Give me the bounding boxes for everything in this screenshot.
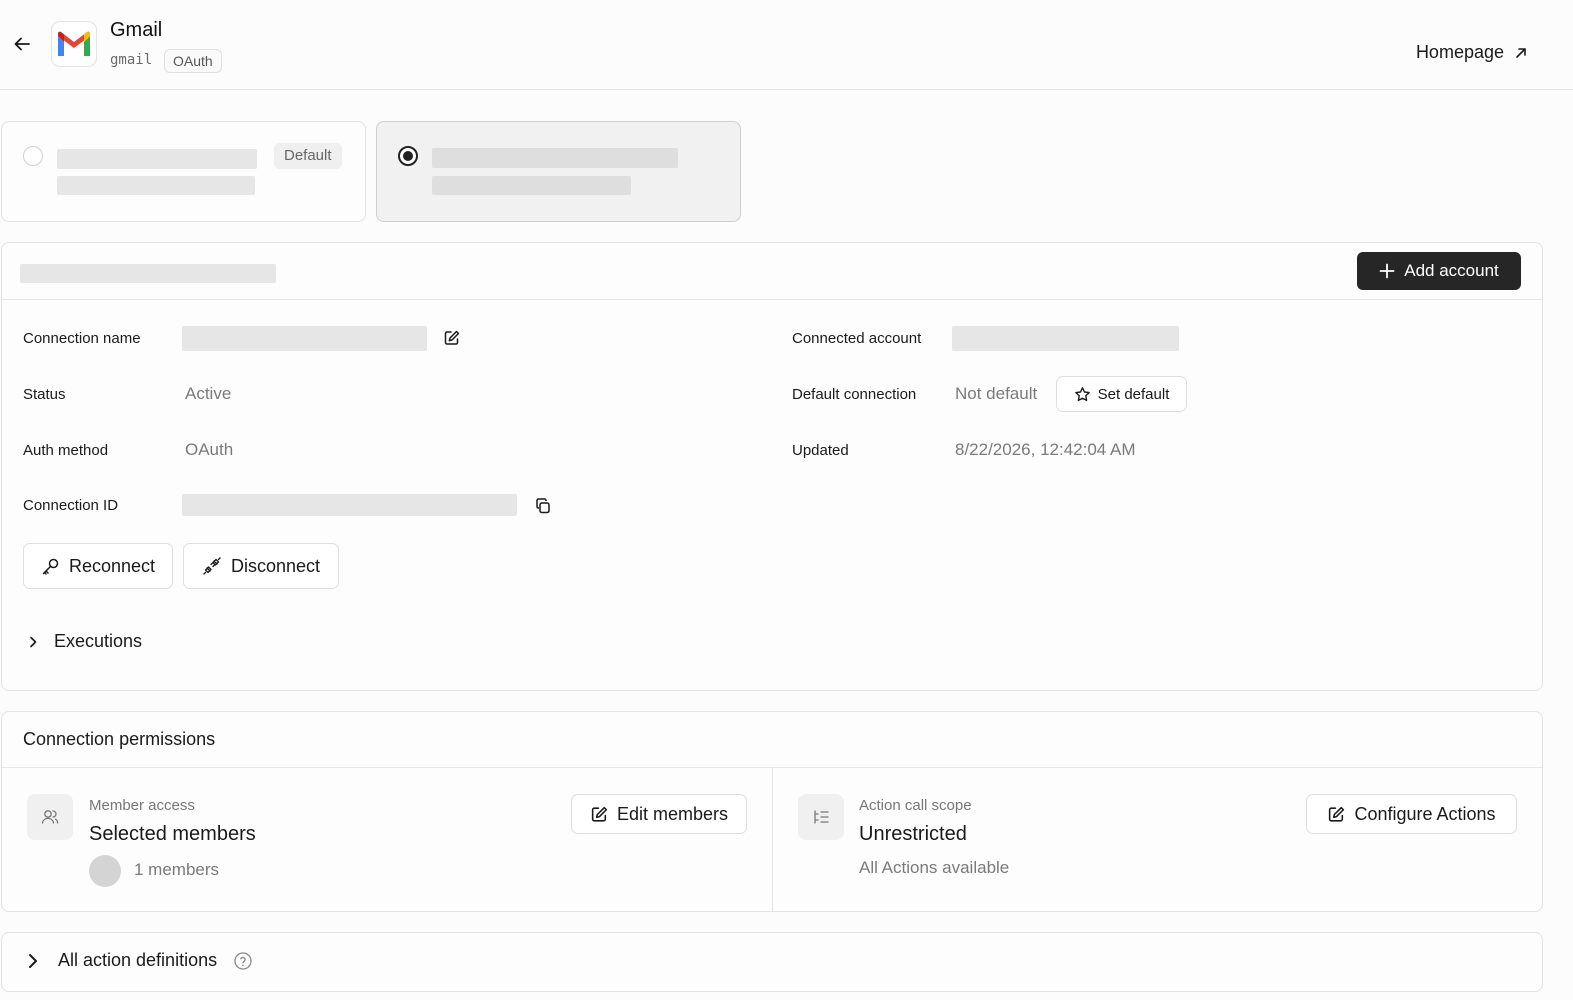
- account-card-default[interactable]: Default: [1, 121, 366, 222]
- updated-label: Updated: [792, 442, 849, 459]
- connected-account-label: Connected account: [792, 330, 922, 347]
- homepage-label: Homepage: [1415, 42, 1504, 62]
- edit-icon[interactable]: [441, 327, 463, 349]
- status-value: Active: [185, 384, 232, 403]
- account-name-placeholder: [432, 148, 678, 168]
- action-scope-note: All Actions available: [859, 858, 1010, 877]
- connection-name-placeholder: [182, 326, 427, 351]
- column-divider: [772, 768, 773, 912]
- users-icon: [27, 794, 73, 840]
- status-label: Status: [23, 386, 66, 403]
- account-radio[interactable]: [23, 146, 43, 166]
- auth-method-value: OAuth: [185, 440, 234, 459]
- connection-id-label: Connection ID: [23, 497, 119, 514]
- edit-members-button[interactable]: Edit members: [571, 794, 747, 834]
- edit-icon: [1329, 806, 1345, 822]
- unplug-icon: [203, 557, 221, 575]
- plus-icon: [1379, 263, 1395, 279]
- gmail-logo: [51, 21, 97, 67]
- connection-details-panel: Add account Connection name Status Activ…: [1, 242, 1543, 691]
- external-link-icon: [1516, 47, 1526, 58]
- divider: [2, 299, 1542, 300]
- reconnect-button[interactable]: Reconnect: [23, 543, 173, 589]
- set-default-button[interactable]: Set default: [1056, 376, 1187, 412]
- account-radio-selected[interactable]: [398, 146, 418, 166]
- permissions-title: Connection permissions: [23, 729, 216, 749]
- account-email-placeholder: [57, 176, 255, 195]
- disconnect-button[interactable]: Disconnect: [183, 543, 339, 589]
- member-count: 1 members: [134, 860, 220, 879]
- help-circle-icon[interactable]: [233, 951, 253, 971]
- action-definitions-toggle[interactable]: All action definitions: [24, 950, 253, 971]
- app-slug: gmail: [110, 52, 153, 68]
- auth-method-label: Auth method: [23, 442, 109, 459]
- action-definitions-panel: All action definitions: [1, 932, 1543, 992]
- member-access-value: Selected members: [89, 823, 256, 845]
- action-scope-label: Action call scope: [859, 797, 972, 814]
- action-definitions-label: All action definitions: [58, 950, 218, 970]
- connection-title-placeholder: [20, 264, 276, 283]
- chevron-right-icon: [29, 953, 37, 968]
- auth-type-badge: OAuth: [164, 49, 222, 73]
- default-connection-value: Not default: [955, 384, 1038, 403]
- executions-label: Executions: [54, 631, 143, 651]
- default-connection-label: Default connection: [792, 386, 917, 403]
- add-account-label: Add account: [1404, 261, 1499, 280]
- executions-toggle[interactable]: Executions: [26, 631, 142, 652]
- page-header: Gmail gmail OAuth Homepage: [0, 0, 1573, 90]
- account-email-placeholder: [432, 176, 631, 195]
- list-tree-icon: [798, 794, 844, 840]
- disconnect-label: Disconnect: [230, 555, 321, 576]
- set-default-label: Set default: [1097, 385, 1170, 403]
- configure-actions-button[interactable]: Configure Actions: [1306, 794, 1517, 834]
- copy-icon[interactable]: [532, 495, 554, 517]
- edit-icon: [591, 806, 608, 822]
- reconnect-label: Reconnect: [68, 555, 156, 576]
- configure-actions-label: Configure Actions: [1354, 803, 1496, 824]
- action-scope-value: Unrestricted: [859, 823, 967, 845]
- account-card-selected[interactable]: [376, 121, 741, 222]
- add-account-button[interactable]: Add account: [1357, 252, 1521, 290]
- homepage-link[interactable]: Homepage: [1416, 42, 1528, 63]
- member-access-label: Member access: [89, 797, 195, 814]
- star-icon: [1074, 386, 1090, 401]
- chevron-right-icon: [30, 636, 37, 647]
- account-name-placeholder: [57, 149, 257, 169]
- connection-id-placeholder: [182, 494, 517, 516]
- avatar: [89, 855, 121, 887]
- key-icon: [42, 558, 59, 575]
- updated-value: 8/22/2026, 12:42:04 AM: [955, 440, 1136, 459]
- app-title: Gmail: [110, 19, 163, 41]
- default-badge: Default: [274, 143, 342, 169]
- edit-members-label: Edit members: [616, 803, 729, 824]
- back-arrow-icon[interactable]: [10, 32, 34, 56]
- connected-account-placeholder: [952, 326, 1179, 351]
- connection-name-label: Connection name: [23, 330, 141, 347]
- connection-permissions-panel: Connection permissions Member access Sel…: [1, 711, 1543, 912]
